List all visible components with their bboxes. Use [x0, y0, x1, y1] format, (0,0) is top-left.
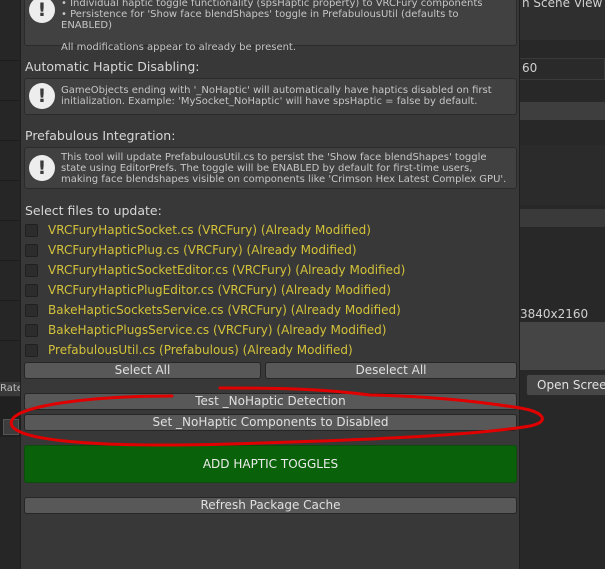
auto-haptic-title: Automatic Haptic Disabling:	[25, 59, 200, 74]
file-row[interactable]: VRCFuryHapticPlug.cs (VRCFury) (Already …	[25, 241, 357, 259]
modifications-helpbox: ! • Individual haptic toggle functionali…	[24, 0, 517, 53]
notice-line	[61, 31, 508, 42]
background-field[interactable]	[3, 419, 19, 435]
background-right-panel	[518, 0, 605, 569]
background-scene-view-label: n Scene View	[522, 0, 603, 10]
set-nohaptic-disabled-button[interactable]: Set _NoHaptic Components to Disabled	[24, 414, 517, 431]
file-checkbox[interactable]	[25, 343, 38, 357]
file-checkbox[interactable]	[25, 263, 38, 277]
file-row[interactable]: BakeHapticSocketsService.cs (VRCFury) (A…	[25, 301, 401, 319]
background-left-strip	[0, 0, 20, 569]
auto-haptic-text: GameObjects ending with '_NoHaptic' will…	[61, 85, 492, 107]
grid-line	[0, 300, 20, 301]
select-files-title: Select files to update:	[25, 203, 162, 218]
background-number-label: 60	[522, 61, 538, 75]
prefabulous-text: This tool will update PrefabulousUtil.cs…	[61, 152, 507, 185]
background-block	[518, 102, 605, 120]
background-rate-label: Rate	[0, 382, 20, 396]
modifications-text: • Individual haptic toggle functionality…	[61, 0, 508, 53]
file-label: VRCFuryHapticSocket.cs (VRCFury) (Alread…	[48, 223, 371, 237]
file-label: VRCFuryHapticPlugEditor.cs (VRCFury) (Al…	[48, 283, 391, 297]
exclamation-circle-icon: !	[29, 155, 55, 181]
file-checkbox[interactable]	[25, 283, 38, 297]
background-block	[518, 209, 605, 227]
file-checkbox[interactable]	[25, 323, 38, 337]
notice-line: • Persistence for 'Show face blendShapes…	[61, 9, 459, 31]
notice-line: All modifications appear to already be p…	[61, 42, 297, 53]
select-all-button[interactable]: Select All	[24, 362, 261, 379]
file-row[interactable]: VRCFuryHapticSocketEditor.cs (VRCFury) (…	[25, 261, 405, 279]
add-haptic-toggles-button[interactable]: ADD HAPTIC TOGGLES	[24, 445, 517, 483]
file-label: PrefabulousUtil.cs (Prefabulous) (Alread…	[48, 343, 353, 357]
file-label: BakeHapticSocketsService.cs (VRCFury) (A…	[48, 303, 401, 317]
background-block	[518, 322, 605, 370]
background-resolution-label: 3840x2160	[520, 307, 589, 321]
prefabulous-title: Prefabulous Integration:	[25, 128, 176, 143]
file-row[interactable]: VRCFuryHapticPlugEditor.cs (VRCFury) (Al…	[25, 281, 391, 299]
refresh-package-cache-button[interactable]: Refresh Package Cache	[24, 497, 517, 514]
exclamation-circle-icon: !	[29, 0, 55, 23]
file-label: BakeHapticPlugsService.cs (VRCFury) (Alr…	[48, 323, 387, 337]
grid-line	[0, 260, 20, 261]
prefabulous-helpbox: ! This tool will update PrefabulousUtil.…	[24, 147, 517, 189]
exclamation-circle-icon: !	[29, 83, 55, 109]
open-screen-button[interactable]: Open Screen	[526, 374, 605, 396]
grid-line	[0, 140, 20, 141]
auto-haptic-helpbox: ! GameObjects ending with '_NoHaptic' wi…	[24, 78, 517, 115]
deselect-all-button[interactable]: Deselect All	[265, 362, 517, 379]
file-label: VRCFuryHapticPlug.cs (VRCFury) (Already …	[48, 243, 357, 257]
grid-line	[0, 180, 20, 181]
grid-line	[0, 340, 20, 341]
grid-line	[0, 60, 20, 61]
notice-line: • Individual haptic toggle functionality…	[61, 0, 483, 9]
file-label: VRCFuryHapticSocketEditor.cs (VRCFury) (…	[48, 263, 406, 277]
test-nohaptic-button[interactable]: Test _NoHaptic Detection	[24, 393, 517, 410]
file-row[interactable]: PrefabulousUtil.cs (Prefabulous) (Alread…	[25, 341, 353, 359]
file-checkbox[interactable]	[25, 303, 38, 317]
haptic-tool-window: ! • Individual haptic toggle functionali…	[20, 0, 520, 569]
file-checkbox[interactable]	[25, 223, 38, 237]
grid-line	[0, 100, 20, 101]
grid-line	[0, 220, 20, 221]
file-row[interactable]: BakeHapticPlugsService.cs (VRCFury) (Alr…	[25, 321, 386, 339]
file-row[interactable]: VRCFuryHapticSocket.cs (VRCFury) (Alread…	[25, 221, 371, 239]
background-block	[518, 145, 605, 205]
file-checkbox[interactable]	[25, 243, 38, 257]
